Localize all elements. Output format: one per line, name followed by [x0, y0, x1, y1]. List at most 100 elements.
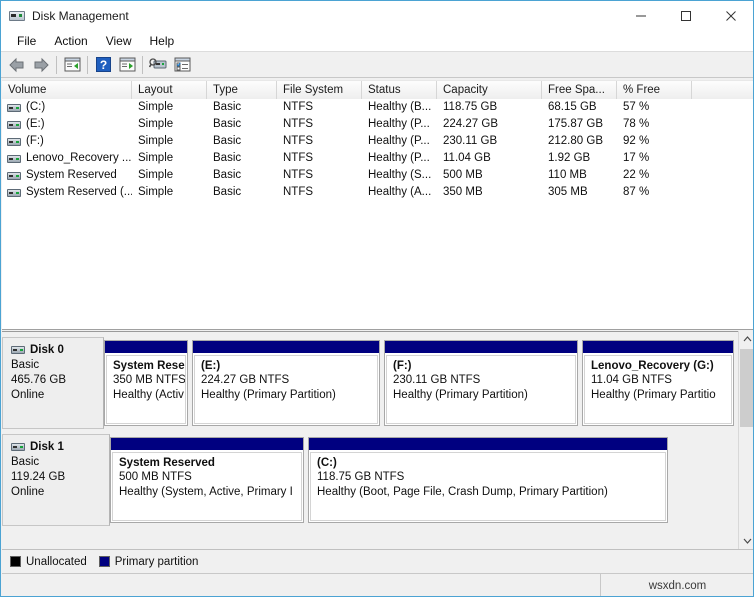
disk-name: Disk 0: [30, 344, 64, 356]
partition-size-fs: 118.75 GB NTFS: [317, 471, 405, 483]
menu-action[interactable]: Action: [45, 32, 96, 51]
volume-label: (E:): [26, 118, 45, 130]
table-row[interactable]: System Reserved (... Simple Basic NTFS Healt…: [2, 184, 753, 201]
status-bar-message: [2, 574, 601, 596]
partition-status: Healthy (Activ: [113, 389, 184, 401]
disk-name: Disk 1: [30, 441, 64, 453]
menu-help[interactable]: Help: [141, 32, 184, 51]
disk-type: Basic: [11, 456, 40, 468]
volume-drive-icon: [7, 137, 21, 146]
toolbar-separator-2: [87, 55, 88, 74]
disk-info-panel[interactable]: Disk 1 Basic 119.24 GB Online: [2, 434, 110, 526]
column-header-type[interactable]: Type: [207, 81, 277, 99]
partition-color-bar: [583, 341, 733, 354]
partition-name: Lenovo_Recovery (G:): [591, 360, 714, 372]
cell-status: Healthy (P...: [368, 118, 430, 130]
scroll-down-icon[interactable]: [739, 532, 753, 549]
cell-free-space: 212.80 GB: [548, 135, 603, 147]
cell-type: Basic: [213, 169, 242, 181]
volume-label: System Reserved: [26, 169, 117, 181]
back-icon[interactable]: [5, 54, 29, 76]
disk-partitions: System Reser 350 MB NTFS Healthy (Activ (E:…: [104, 337, 738, 429]
partition-size-fs: 500 MB NTFS: [119, 471, 192, 483]
partition-size-fs: 350 MB NTFS: [113, 374, 186, 386]
cell-capacity: 500 MB: [443, 169, 483, 181]
cell-free-space: 175.87 GB: [548, 118, 603, 130]
cell-free-space: 68.15 GB: [548, 101, 597, 113]
cell-status: Healthy (P...: [368, 152, 430, 164]
close-button[interactable]: [708, 1, 753, 31]
disk-state: Online: [11, 486, 45, 498]
partition-block[interactable]: (E:) 224.27 GB NTFS Healthy (Primary Parti…: [192, 340, 380, 426]
partition-size-fs: 224.27 GB NTFS: [201, 374, 290, 386]
disk-drive-icon: [11, 346, 25, 354]
table-row[interactable]: System Reserved Simple Basic NTFS Healthy (S…: [2, 167, 753, 184]
cell-layout: Simple: [138, 101, 174, 113]
volume-drive-icon: [7, 188, 21, 197]
forward-icon[interactable]: [29, 54, 53, 76]
partition-status: Healthy (Primary Partition): [393, 389, 528, 401]
window-controls: [618, 1, 753, 31]
partition-size-fs: 230.11 GB NTFS: [393, 374, 481, 386]
cell-empty: [692, 167, 753, 184]
partition-size-fs: 11.04 GB NTFS: [591, 374, 672, 386]
rescan-disks-icon[interactable]: [146, 54, 170, 76]
volume-label: (F:): [26, 135, 44, 147]
partition-color-bar: [385, 341, 577, 354]
disk-drive-icon: [11, 443, 25, 451]
partition-block[interactable]: System Reserved 500 MB NTFS Healthy (Syste…: [110, 437, 304, 523]
table-row[interactable]: Lenovo_Recovery ... Simple Basic NTFS Health…: [2, 150, 753, 167]
cell-file-system: NTFS: [283, 186, 314, 198]
cell-file-system: NTFS: [283, 152, 314, 164]
table-row[interactable]: (C:) Simple Basic NTFS Healthy (B... 118.75 G…: [2, 99, 753, 116]
menu-action-label: Action: [54, 33, 88, 48]
partition-block[interactable]: System Reser 350 MB NTFS Healthy (Activ: [104, 340, 188, 426]
column-header-free[interactable]: % Free: [617, 81, 692, 99]
partition-details: System Reser 350 MB NTFS Healthy (Activ: [106, 355, 186, 424]
disk-size: 465.76 GB: [11, 374, 66, 386]
column-header-capacity[interactable]: Capacity: [437, 81, 542, 99]
legend-item: Primary partition: [98, 556, 198, 568]
partition-block[interactable]: (C:) 118.75 GB NTFS Healthy (Boot, Page Fi…: [308, 437, 668, 523]
column-header-volume[interactable]: Volume: [2, 81, 132, 99]
partition-block[interactable]: (F:) 230.11 GB NTFS Healthy (Primary Parti…: [384, 340, 578, 426]
partition-color-bar: [111, 438, 303, 451]
minimize-button[interactable]: [618, 1, 663, 31]
volume-drive-icon: [7, 103, 21, 112]
cell-volume: Lenovo_Recovery ...: [2, 150, 132, 167]
cell-file-system: NTFS: [283, 135, 314, 147]
column-header-empty[interactable]: [692, 81, 753, 99]
properties-icon[interactable]: [170, 54, 194, 76]
partition-block[interactable]: Lenovo_Recovery (G:) 11.04 GB NTFS Healthy…: [582, 340, 734, 426]
disk-row[interactable]: Disk 0 Basic 465.76 GB Online System Reser 35…: [2, 337, 738, 429]
partition-color-bar: [309, 438, 667, 451]
cell-status: Healthy (B...: [368, 101, 432, 113]
volume-label: System Reserved (...: [26, 186, 132, 198]
help-icon[interactable]: ?: [91, 54, 115, 76]
menu-view[interactable]: View: [97, 32, 141, 51]
window-title: Disk Management: [32, 9, 129, 23]
disk-pane-scrollbar[interactable]: [738, 331, 753, 549]
status-bar-watermark: wsxdn.com: [648, 579, 707, 592]
partition-name: (F:): [393, 360, 412, 372]
volume-drive-icon: [7, 171, 21, 180]
scrollbar-thumb[interactable]: [740, 349, 753, 427]
disk-row[interactable]: Disk 1 Basic 119.24 GB Online System Reserve…: [2, 434, 738, 526]
table-row[interactable]: (F:) Simple Basic NTFS Healthy (P... 230.11 G…: [2, 133, 753, 150]
column-header-file-system[interactable]: File System: [277, 81, 362, 99]
partition-details: (E:) 224.27 GB NTFS Healthy (Primary Parti…: [194, 355, 378, 424]
column-header-free-spa[interactable]: Free Spa...: [542, 81, 617, 99]
menu-file[interactable]: File: [8, 32, 45, 51]
scroll-up-icon[interactable]: [739, 331, 753, 348]
table-row[interactable]: (E:) Simple Basic NTFS Healthy (P... 224.27 G…: [2, 116, 753, 133]
column-header-layout[interactable]: Layout: [132, 81, 207, 99]
cell-type: Basic: [213, 135, 242, 147]
disk-size: 119.24 GB: [11, 471, 66, 483]
toolbar-separator-3: [142, 55, 143, 74]
cell-free-space: 1.92 GB: [548, 152, 591, 164]
show-hide-console-tree-icon[interactable]: [60, 54, 84, 76]
maximize-button[interactable]: [663, 1, 708, 31]
show-hide-action-pane-icon[interactable]: [115, 54, 139, 76]
disk-info-panel[interactable]: Disk 0 Basic 465.76 GB Online: [2, 337, 104, 429]
column-header-status[interactable]: Status: [362, 81, 437, 99]
